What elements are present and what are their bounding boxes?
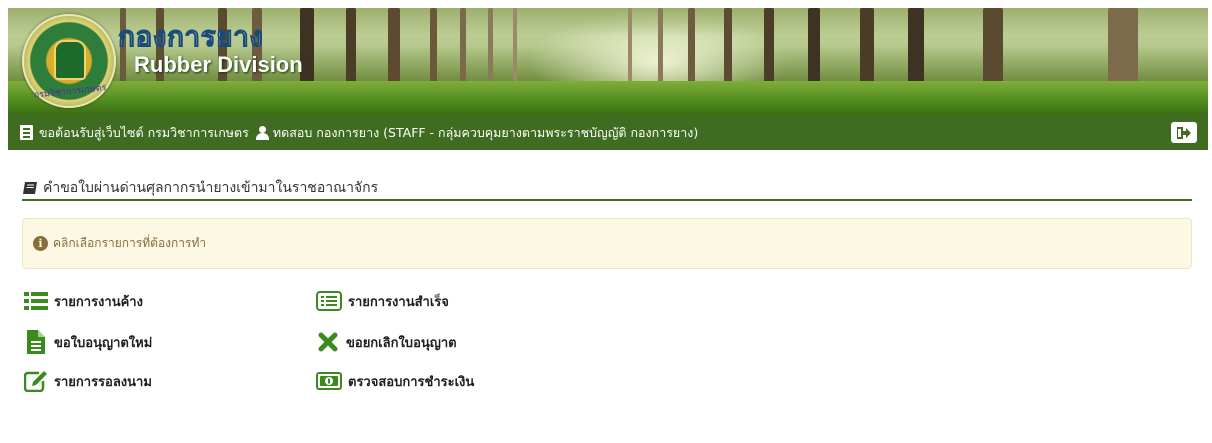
menu-label: ขอยกเลิกใบอนุญาต (346, 335, 457, 351)
edit-icon (24, 370, 48, 392)
info-alert: i คลิกเลือกรายการที่ต้องการทำ (22, 218, 1192, 269)
list-icon (20, 125, 33, 140)
menu-new-license[interactable]: ขอใบอนุญาตใหม่ (24, 330, 153, 354)
menu-check-payment[interactable]: ตรวจสอบการชำระเงิน (316, 370, 474, 392)
header-banner: กรมวิชาการเกษตร กองการยาง Rubber Divisio… (8, 8, 1208, 115)
menu-cancel-license[interactable]: ขอยกเลิกใบอนุญาต (316, 331, 457, 353)
brand-title-english: Rubber Division (134, 52, 303, 77)
logout-button[interactable] (1171, 122, 1197, 143)
times-icon (316, 331, 340, 353)
menu-label: รายการงานสำเร็จ (348, 294, 449, 310)
title-divider (22, 199, 1192, 201)
page-title-text: คำขอใบผ่านด่านศุลกากรนำยางเข้ามาในราชอาณ… (43, 180, 379, 196)
menu-pending-signature[interactable]: รายการรอลงนาม (24, 370, 152, 392)
menu-pending-list[interactable]: รายการงานค้าง (24, 290, 143, 312)
top-navbar: ขอต้อนรับสู่เว็บไซต์ กรมวิชาการเกษตร ทดส… (8, 115, 1208, 150)
info-circle-icon: i (33, 236, 48, 251)
sign-out-icon (1177, 126, 1191, 139)
page-title: คำขอใบผ่านด่านศุลกากรนำยางเข้ามาในราชอาณ… (22, 177, 378, 199)
menu-label: รายการงานค้าง (54, 294, 143, 310)
brand-title-thai: กองการยาง (117, 20, 264, 53)
banner-grass (8, 81, 1208, 115)
department-seal-logo: กรมวิชาการเกษตร (22, 14, 116, 108)
file-text-icon (24, 330, 48, 354)
welcome-text: ขอต้อนรับสู่เว็บไซต์ กรมวิชาการเกษตร (39, 124, 249, 140)
user-icon (255, 125, 269, 140)
book-icon (23, 182, 37, 194)
alert-text: คลิกเลือกรายการที่ต้องการทำ (53, 236, 207, 250)
list-alt-icon (316, 290, 342, 312)
menu-label: รายการรอลงนาม (54, 374, 152, 390)
menu-label: ตรวจสอบการชำระเงิน (348, 374, 475, 390)
menu-label: ขอใบอนุญาตใหม่ (54, 335, 153, 351)
money-icon (316, 370, 342, 392)
list-icon (24, 290, 48, 312)
user-info-text: ทดสอบ กองการยาง (STAFF - กลุ่มควบคุมยางต… (272, 124, 699, 140)
menu-completed-list[interactable]: รายการงานสำเร็จ (316, 290, 449, 312)
